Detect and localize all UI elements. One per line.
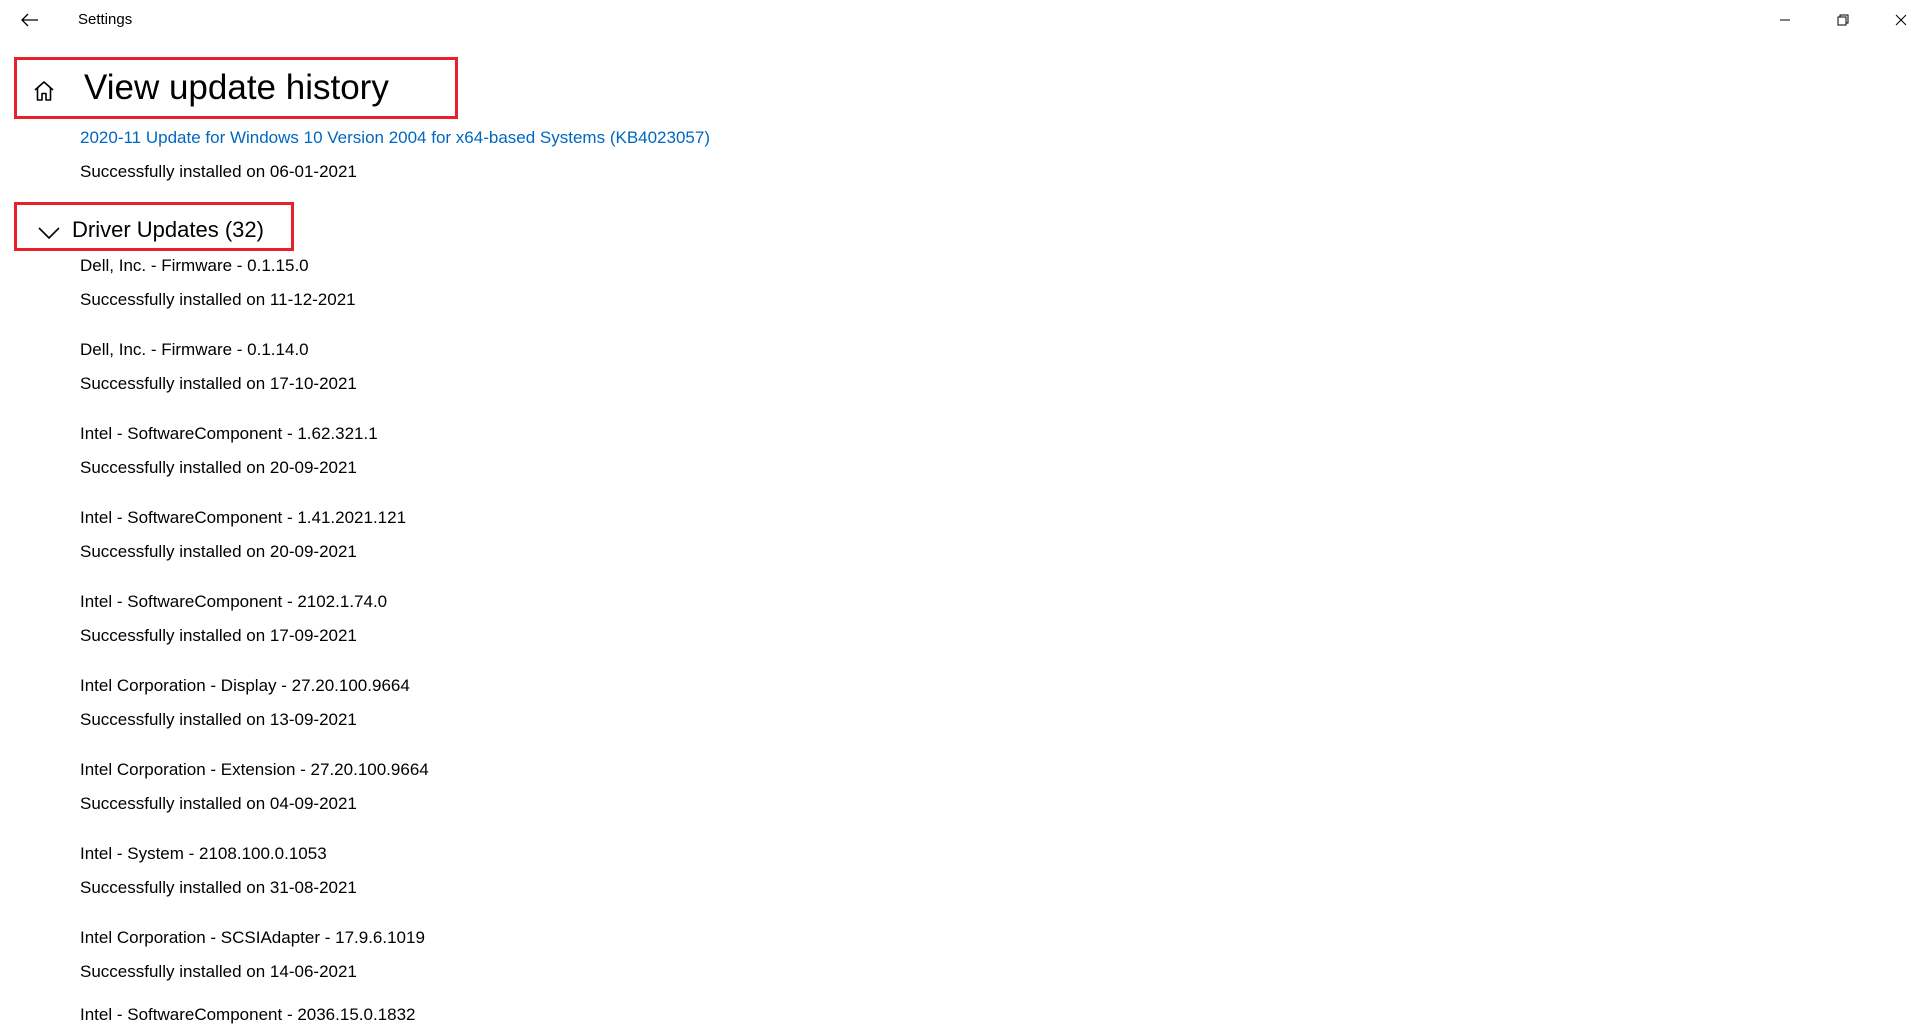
restore-icon bbox=[1837, 14, 1849, 26]
driver-item-name: Intel Corporation - SCSIAdapter - 17.9.6… bbox=[80, 928, 425, 947]
close-icon bbox=[1895, 14, 1907, 26]
restore-button[interactable] bbox=[1814, 0, 1872, 40]
driver-item-name: Intel - SoftwareComponent - 1.41.2021.12… bbox=[80, 508, 407, 527]
driver-item-status: Successfully installed on 20-09-2021 bbox=[80, 458, 357, 477]
driver-updates-title: Driver Updates (32) bbox=[72, 217, 264, 242]
driver-item-status: Successfully installed on 11-12-2021 bbox=[80, 290, 356, 309]
driver-item-name: Intel Corporation - Extension - 27.20.10… bbox=[80, 760, 429, 779]
minimize-button[interactable] bbox=[1756, 0, 1814, 40]
minimize-icon bbox=[1780, 19, 1790, 21]
driver-item-name: Intel Corporation - Display - 27.20.100.… bbox=[80, 676, 410, 695]
driver-item-status: Successfully installed on 20-09-2021 bbox=[80, 542, 357, 561]
driver-item-status: Successfully installed on 14-06-2021 bbox=[80, 962, 357, 981]
home-button[interactable] bbox=[30, 77, 58, 105]
title-bar: Settings bbox=[0, 0, 1920, 40]
driver-item-status: Successfully installed on 04-09-2021 bbox=[80, 794, 357, 813]
driver-item-name: Intel - SoftwareComponent - 2036.15.0.18… bbox=[80, 1005, 416, 1024]
driver-item-name: Intel - SoftwareComponent - 2102.1.74.0 bbox=[80, 592, 388, 611]
update-link[interactable]: 2020-11 Update for Windows 10 Version 20… bbox=[80, 128, 710, 148]
driver-item-name: Dell, Inc. - Firmware - 0.1.14.0 bbox=[80, 340, 309, 359]
driver-item-status: Successfully installed on 31-08-2021 bbox=[80, 878, 357, 897]
arrow-left-icon bbox=[21, 13, 38, 27]
page-title: View update history bbox=[84, 68, 389, 107]
driver-item-name: Intel - System - 2108.100.0.1053 bbox=[80, 844, 327, 863]
back-button[interactable] bbox=[10, 4, 50, 36]
chevron-down-icon bbox=[38, 227, 60, 240]
driver-item-status: Successfully installed on 17-09-2021 bbox=[80, 626, 357, 645]
update-status: Successfully installed on 06-01-2021 bbox=[80, 162, 357, 181]
driver-item-name: Intel - SoftwareComponent - 1.62.321.1 bbox=[80, 424, 378, 443]
settings-window: Settings View update history 2020-11 Upd… bbox=[0, 0, 1920, 1028]
home-icon bbox=[34, 81, 54, 101]
close-button[interactable] bbox=[1872, 0, 1920, 40]
driver-item-status: Successfully installed on 17-10-2021 bbox=[80, 374, 357, 393]
driver-item-status: Successfully installed on 13-09-2021 bbox=[80, 710, 357, 729]
driver-updates-toggle[interactable]: Driver Updates (32) bbox=[36, 214, 264, 246]
driver-item-name: Dell, Inc. - Firmware - 0.1.15.0 bbox=[80, 256, 309, 275]
app-title: Settings bbox=[78, 11, 133, 28]
